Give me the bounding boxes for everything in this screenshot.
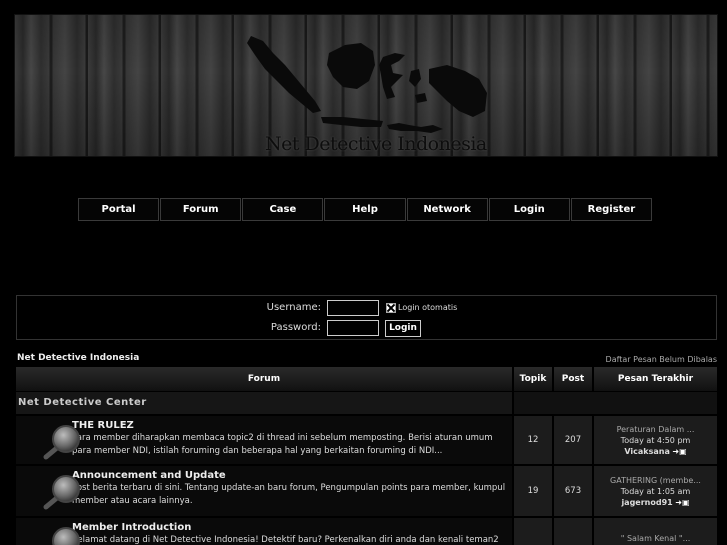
table-row: THE RULEZ Para member diharapkan membaca… bbox=[16, 416, 717, 464]
forum-cell: Member Introduction Selamat datang di Ne… bbox=[16, 518, 512, 545]
category-row: Net Detective Center bbox=[16, 392, 717, 414]
table-header: Forum Topik Post Pesan Terakhir bbox=[16, 367, 717, 391]
goto-post-icon[interactable]: ➜▣ bbox=[675, 498, 689, 507]
unread-posts-link[interactable]: Daftar Pesan Belum Dibalas bbox=[606, 355, 717, 364]
forum-cell: THE RULEZ Para member diharapkan membaca… bbox=[16, 416, 512, 464]
last-post-date: Today at 4:50 pm bbox=[620, 435, 691, 445]
last-post-title[interactable]: GATHERING (membe... bbox=[594, 475, 717, 486]
header-banner: Net Detective Indonesia bbox=[14, 14, 718, 157]
topic-count bbox=[512, 518, 552, 545]
auto-login-label: Login otomatis bbox=[398, 303, 458, 312]
post-count bbox=[552, 518, 592, 545]
last-post-title[interactable]: Peraturan Dalam ... bbox=[594, 424, 717, 435]
nav-portal[interactable]: Portal bbox=[78, 198, 160, 221]
last-post-cell: GATHERING (membe... Today at 1:05 am jag… bbox=[592, 466, 717, 516]
col-topik: Topik bbox=[512, 367, 552, 391]
col-post: Post bbox=[552, 367, 592, 391]
forum-description: Post berita terbaru di sini. Tentang upd… bbox=[72, 483, 506, 506]
auto-login-checkbox[interactable] bbox=[386, 303, 396, 313]
login-button[interactable]: Login bbox=[385, 320, 421, 337]
site-title: Net Detective Indonesia bbox=[265, 133, 487, 155]
col-last-post: Pesan Terakhir bbox=[592, 367, 717, 391]
last-post-cell: Peraturan Dalam ... Today at 4:50 pm Vic… bbox=[592, 416, 717, 464]
category-title[interactable]: Net Detective Center bbox=[16, 392, 512, 414]
password-label: Password: bbox=[270, 322, 321, 333]
magnifying-glass-icon bbox=[43, 475, 80, 510]
password-input[interactable] bbox=[327, 320, 379, 336]
forum-table: Forum Topik Post Pesan Terakhir Net Dete… bbox=[16, 367, 717, 545]
forum-title[interactable]: THE RULEZ bbox=[72, 419, 506, 432]
table-row: Member Introduction Selamat datang di Ne… bbox=[16, 518, 717, 545]
post-count: 207 bbox=[552, 416, 592, 464]
magnifying-glass-icon bbox=[43, 425, 80, 460]
indonesia-map-icon bbox=[247, 36, 487, 133]
magnifying-glass-icon bbox=[52, 527, 80, 545]
topic-count: 19 bbox=[512, 466, 552, 516]
login-form: Username: Login otomatis Password: Login bbox=[16, 295, 717, 340]
col-forum: Forum bbox=[16, 367, 512, 391]
last-post-cell: " Salam Kenal "... bbox=[592, 518, 717, 545]
breadcrumb[interactable]: Net Detective Indonesia bbox=[17, 353, 139, 363]
main-nav: Portal Forum Case Help Network Login Reg… bbox=[78, 198, 652, 221]
nav-login[interactable]: Login bbox=[488, 198, 570, 221]
nav-help[interactable]: Help bbox=[324, 198, 406, 221]
username-input[interactable] bbox=[327, 300, 379, 316]
last-post-user[interactable]: Vicaksana bbox=[624, 447, 670, 456]
table-row: Announcement and Update Post berita terb… bbox=[16, 466, 717, 516]
topic-count: 12 bbox=[512, 416, 552, 464]
goto-post-icon[interactable]: ➜▣ bbox=[672, 447, 686, 456]
forum-title[interactable]: Member Introduction bbox=[72, 521, 506, 534]
nav-register[interactable]: Register bbox=[570, 198, 652, 221]
forum-description: Selamat datang di Net Detective Indonesi… bbox=[72, 535, 499, 545]
last-post-date: Today at 1:05 am bbox=[620, 486, 691, 496]
forum-description: Para member diharapkan membaca topic2 di… bbox=[72, 433, 493, 456]
post-count: 673 bbox=[552, 466, 592, 516]
nav-case[interactable]: Case bbox=[242, 198, 324, 221]
last-post-user[interactable]: jagernod91 bbox=[621, 498, 672, 507]
nav-network[interactable]: Network bbox=[406, 198, 488, 221]
username-label: Username: bbox=[266, 302, 321, 313]
nav-forum[interactable]: Forum bbox=[160, 198, 242, 221]
forum-title[interactable]: Announcement and Update bbox=[72, 469, 506, 482]
forum-cell: Announcement and Update Post berita terb… bbox=[16, 466, 512, 516]
last-post-title[interactable]: " Salam Kenal "... bbox=[594, 533, 717, 544]
